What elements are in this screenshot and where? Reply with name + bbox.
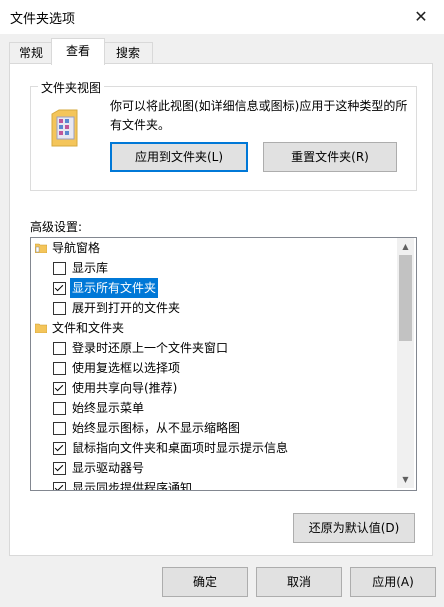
checkbox-label: 显示所有文件夹 — [70, 278, 159, 298]
scrollbar-thumb[interactable] — [399, 255, 412, 341]
tab-view[interactable]: 查看 — [51, 38, 105, 65]
folder-views-description: 你可以将此视图(如详细信息或图标)应用于这种类型的所有文件夹。 — [110, 99, 408, 132]
use-checkboxes-checkbox[interactable] — [53, 362, 66, 375]
ok-button[interactable]: 确定 — [162, 567, 248, 597]
navigation-pane-icon — [35, 243, 47, 253]
show-drive-letters-checkbox[interactable] — [53, 462, 66, 475]
window-title: 文件夹选项 — [10, 12, 76, 27]
group-label-navigation-pane: 导航窗格 — [52, 241, 101, 255]
checkbox-label: 显示驱动器号 — [72, 461, 145, 475]
expand-to-open-folder-checkbox[interactable] — [53, 302, 66, 315]
show-libraries-checkbox[interactable] — [53, 262, 66, 275]
always-show-menus-checkbox[interactable] — [53, 402, 66, 415]
checkbox-label: 登录时还原上一个文件夹窗口 — [72, 341, 229, 355]
reset-folders-button[interactable]: 重置文件夹(R) — [263, 142, 397, 172]
checkbox-label: 始终显示菜单 — [72, 401, 145, 415]
folder-icon — [35, 323, 47, 333]
show-all-folders-checkbox[interactable] — [53, 282, 66, 295]
folder-views-label: 文件夹视图 — [38, 79, 105, 96]
show-popup-description-checkbox[interactable] — [53, 442, 66, 455]
tab-general[interactable]: 常规 — [9, 42, 53, 64]
scroll-down-icon[interactable]: ▼ — [397, 471, 414, 488]
close-icon[interactable]: ✕ — [409, 7, 433, 27]
tab-search[interactable]: 搜索 — [103, 42, 153, 64]
checkbox-label: 显示同步提供程序通知 — [72, 481, 193, 491]
use-sharing-wizard-checkbox[interactable] — [53, 382, 66, 395]
checkbox-label: 使用共享向导(推荐) — [72, 381, 178, 395]
group-label-files-and-folders: 文件和文件夹 — [52, 321, 125, 335]
folder-view-icon — [51, 109, 78, 147]
restore-defaults-button[interactable]: 还原为默认值(D) — [293, 513, 415, 543]
restore-previous-windows-checkbox[interactable] — [53, 342, 66, 355]
show-sync-notifications-checkbox[interactable] — [53, 482, 66, 490]
advanced-settings-label: 高级设置: — [30, 220, 83, 234]
checkbox-label: 鼠标指向文件夹和桌面项时显示提示信息 — [72, 441, 289, 455]
apply-button[interactable]: 应用(A) — [350, 567, 436, 597]
checkbox-label: 展开到打开的文件夹 — [72, 301, 181, 315]
always-show-icons-checkbox[interactable] — [53, 422, 66, 435]
advanced-settings-list[interactable]: 导航窗格 显示库 显示所有文件夹 展开到打开的文件夹 文件和文件夹 登录时还原上… — [30, 237, 417, 491]
checkbox-label: 始终显示图标，从不显示缩略图 — [72, 421, 241, 435]
checkbox-label: 使用复选框以选择项 — [72, 361, 181, 375]
scroll-up-icon[interactable]: ▲ — [397, 238, 414, 255]
apply-to-folders-button[interactable]: 应用到文件夹(L) — [110, 142, 248, 172]
cancel-button[interactable]: 取消 — [256, 567, 342, 597]
checkbox-label: 显示库 — [72, 261, 109, 275]
